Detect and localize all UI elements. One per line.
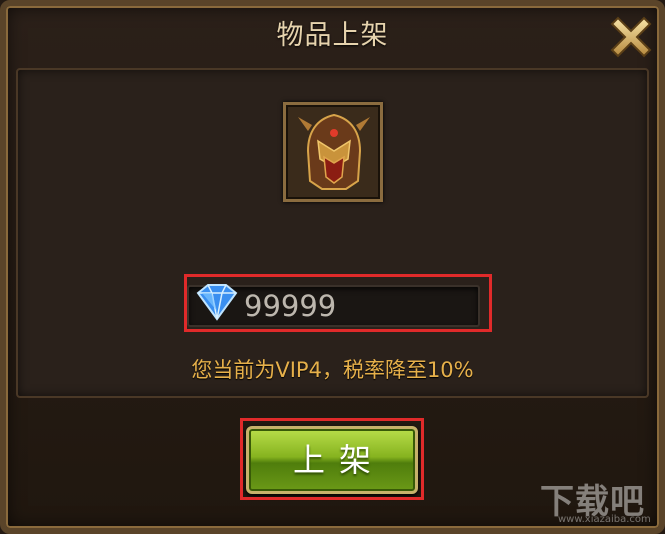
- item-slot[interactable]: [283, 102, 383, 202]
- close-button[interactable]: [604, 10, 658, 64]
- helmet-icon: [298, 113, 370, 190]
- price-input[interactable]: [244, 287, 474, 325]
- close-icon: [610, 16, 652, 58]
- dialog-title: 物品上架: [276, 20, 389, 51]
- diamond-icon: [196, 284, 238, 321]
- watermark-url: www.xiazaiba.com: [558, 514, 651, 525]
- tax-rate-note: 您当前为VIP4，税率降至10%: [191, 358, 474, 382]
- list-item-button[interactable]: 上架: [246, 426, 418, 494]
